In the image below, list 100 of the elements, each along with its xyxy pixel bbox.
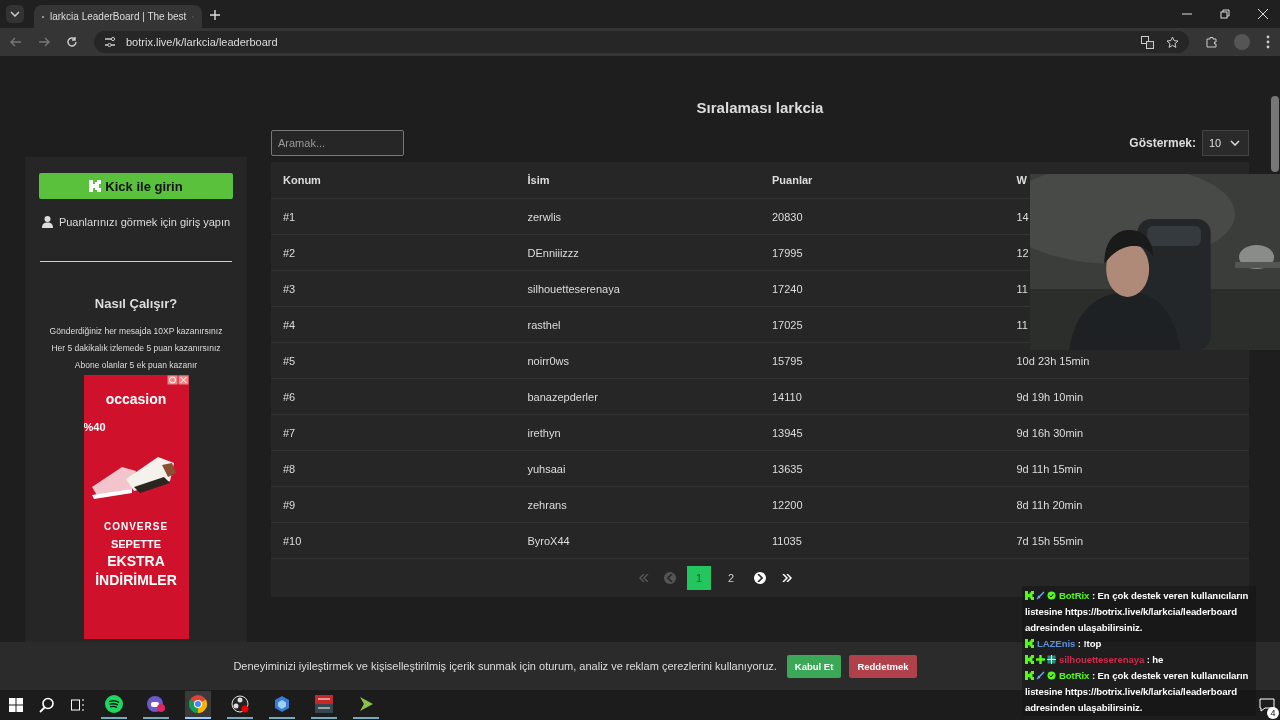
obs-icon [231,695,249,713]
table-cell-text: zehrans [526,498,568,511]
extensions-icon[interactable] [1205,35,1218,49]
table-cell-text: 7d 15h 55min [1015,534,1085,547]
login-hint: Puanlarınızı görmek için giriş yapın [58,216,231,228]
page-size-label: Göstermek: [1129,136,1196,150]
table-cell-text: zerwlis [526,210,563,223]
table-cell-text: yuhsaai [526,462,567,475]
double-chevron-left-icon [638,574,649,582]
sword-badge-icon [1036,671,1045,680]
gamepad-icon [147,695,165,713]
table-cell-text: 14110 [771,390,803,403]
user-icon [41,216,53,228]
reload-icon[interactable] [66,36,78,48]
table-cell-text: #7 [282,426,297,439]
kick-badge-icon [1025,671,1034,680]
chevron-down-icon [10,11,20,17]
column-header: İsim [526,174,551,186]
table-cell-text: #4 [282,318,297,331]
table-cell-text: 9d 16h 30min [1015,426,1085,439]
ad-text: SEPETTE [110,538,162,550]
scrollbar[interactable] [1271,96,1279,172]
taskbar-app-button[interactable] [185,691,211,719]
table-cell-text: banazepderler [526,390,599,403]
cookie-notice: Deneyiminizi iyileştirmek ve kişiselleştirilmiş içerik sunmak için oturum, analiz ve reklam çerezlerini kullanıyoruz. [233,660,777,672]
table-cell-text: #1 [282,210,297,223]
search-icon[interactable] [39,697,55,713]
search-field[interactable]: Aramak... [271,130,404,156]
ad-text: CONVERSE [103,521,169,532]
task-view-icon[interactable] [71,699,85,711]
column-header: W [1015,174,1028,186]
table-cell-text: 17995 [771,246,804,259]
menu-icon[interactable] [1266,35,1270,49]
plus-badge-icon [1036,655,1045,664]
table-cell-text: 10d 23h 15min [1015,354,1091,367]
new-tab-icon[interactable] [210,10,220,20]
sword-badge-icon [1036,591,1045,600]
notification-count: 4 [1267,707,1279,719]
table-cell-text: rasthel [526,318,562,331]
address-bar[interactable]: botrix.live/k/larkcia/leaderboard [94,31,1189,53]
page-number-button[interactable]: 2 [719,566,743,590]
table-cell-text: 9d 19h 10min [1015,390,1085,403]
column-header: Konum [282,174,322,186]
tab-list-button[interactable] [6,5,24,23]
chat-message: BotRix : En çok destek veren kullanıcıların listesine https://botrix.live/k/larkcia/leaderboard adresinden ulaşabilirsiniz. [1025,589,1250,635]
kick-login-button[interactable]: Kick ile girin [39,173,233,199]
table-cell-text: 11 [1015,318,1029,331]
table-cell-text: 8d 11h 20min [1015,498,1084,511]
table-cell-text: #10 [282,534,303,547]
table-cell-text: 9d 11h 15min [1015,462,1084,475]
kick-logo-icon [89,180,102,192]
translate-icon[interactable] [1141,35,1154,49]
table-cell-text: 14 [1015,210,1030,223]
table-cell-text: 12200 [771,498,804,511]
chevron-down-icon [1230,140,1240,146]
double-chevron-right-icon [781,574,792,582]
chat-message: silhouetteserenaya : he [1025,652,1254,668]
cube-icon [273,695,291,713]
browser-tab[interactable]: larkcia LeaderBoard | The best [34,5,202,28]
table-cell-text: 13635 [771,462,804,475]
spotify-icon [105,695,123,713]
table-cell-text: #9 [282,498,297,511]
mixer-icon [315,695,333,713]
table-cell-text: 17240 [771,282,804,295]
bookmark-star-icon[interactable] [1166,35,1179,49]
next-page-button[interactable] [754,572,766,584]
kick-badge-icon [1025,591,1034,600]
restore-icon[interactable] [1220,9,1230,19]
table-cell-text: #8 [282,462,297,475]
table-cell-text: #6 [282,390,297,403]
grid-badge-icon [1047,655,1056,664]
kick-badge-icon [1025,655,1034,664]
table-cell-text: 20830 [771,210,804,223]
table-cell-text: irethyn [526,426,562,439]
table-cell-text: #5 [282,354,297,367]
table-cell-text: silhouetteserenaya [526,282,621,295]
table-cell-text: ByroX44 [526,534,571,547]
forward-icon[interactable] [38,36,50,48]
table-cell-text: 17025 [771,318,804,331]
ad-discount: %40 [83,421,106,433]
advertisement-banner[interactable]: occasion %40 CONVERSE SEPETTE EKSTRA İNDİRİMLER [83,375,189,639]
play-arrow-icon [357,695,375,713]
page-size-select[interactable]: 10 [1202,130,1249,156]
reject-button[interactable]: Reddetmek [849,654,917,678]
ad-text: İNDİRİMLER [95,572,177,588]
how-it-works-text: Abone olanlar 5 ek puan kazanır [74,359,198,372]
table-cell-text: noirr0ws [526,354,571,367]
table-cell-text: 11035 [771,534,803,547]
how-it-works-text: Gönderdiğiniz her mesajda 10XP kazanırsınız [49,325,223,338]
windows-start-icon[interactable] [9,698,23,712]
back-icon[interactable] [10,36,22,48]
page-number-button[interactable]: 1 [687,566,711,590]
table-cell-text: 13945 [771,426,804,439]
ad-choices-icon[interactable] [166,375,189,385]
site-settings-icon[interactable] [104,36,116,48]
table-cell-text: 12 [1015,246,1030,259]
table-cell-text: 11 [1015,282,1029,295]
table-cell-text: 15795 [771,354,804,367]
verified-badge-icon [1047,591,1056,600]
table-cell-text: DEnniiizzz [526,246,580,259]
